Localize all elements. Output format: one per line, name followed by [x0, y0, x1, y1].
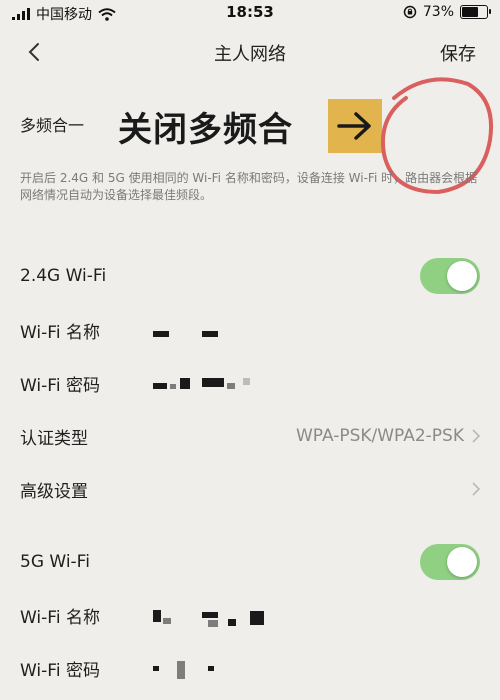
- toggle-knob: [447, 261, 477, 291]
- wifi-24-auth-row[interactable]: 认证类型 WPA-PSK/WPA2-PSK: [20, 416, 480, 456]
- redacted-ssid: [153, 331, 169, 337]
- redacted-password: [202, 378, 224, 387]
- wifi-24-name-row[interactable]: Wi-Fi 名称: [20, 310, 480, 350]
- chevron-right-icon: [472, 429, 480, 443]
- wifi-5-password-label: Wi-Fi 密码: [20, 660, 100, 681]
- battery-percent: 73%: [422, 4, 454, 20]
- wifi-24-password-row[interactable]: Wi-Fi 密码: [20, 363, 480, 403]
- battery-fill: [462, 7, 479, 17]
- redacted-password: [227, 383, 235, 389]
- multi-band-label: 多频合一: [20, 116, 85, 135]
- redacted-ssid: [202, 612, 218, 618]
- rotation-lock-icon: [403, 5, 417, 19]
- wifi-5-row: 5G Wi-Fi: [20, 542, 480, 582]
- page-title: 主人网络: [214, 44, 286, 65]
- wifi-24-toggle[interactable]: [420, 258, 480, 294]
- status-right: 73%: [403, 4, 491, 20]
- wifi-5-password-row[interactable]: Wi-Fi 密码: [20, 648, 480, 688]
- toggle-knob: [447, 547, 477, 577]
- redacted-password: [153, 383, 167, 389]
- wifi-24-row: 2.4G Wi-Fi: [20, 256, 480, 296]
- wifi-5-name-label: Wi-Fi 名称: [20, 607, 100, 628]
- redacted-ssid: [208, 620, 218, 627]
- redacted-ssid: [202, 331, 218, 337]
- wifi-5-label: 5G Wi-Fi: [20, 552, 90, 572]
- annotation-text: 关闭多频合: [118, 110, 293, 150]
- wifi-24-advanced-row[interactable]: 高级设置: [20, 469, 480, 509]
- wifi-24-label: 2.4G Wi-Fi: [20, 266, 107, 286]
- redacted-password: [177, 661, 185, 679]
- redacted-password: [170, 384, 176, 389]
- save-button[interactable]: 保存: [440, 40, 476, 66]
- wifi-24-auth-value: WPA-PSK/WPA2-PSK: [295, 426, 464, 446]
- wifi-24-advanced-label: 高级设置: [20, 481, 88, 502]
- wifi-24-name-label: Wi-Fi 名称: [20, 322, 100, 343]
- multi-band-description: 开启后 2.4G 和 5G 使用相同的 Wi-Fi 名称和密码，设备连接 Wi-…: [20, 171, 478, 202]
- status-bar: 中国移动 18:53 73%: [0, 0, 500, 24]
- wifi-24-auth-label: 认证类型: [20, 428, 88, 449]
- redacted-ssid: [153, 610, 161, 622]
- wifi-24-password-label: Wi-Fi 密码: [20, 375, 100, 396]
- redacted-password: [153, 666, 159, 671]
- redacted-password: [180, 378, 190, 389]
- wifi-5-toggle[interactable]: [420, 544, 480, 580]
- redacted-ssid: [163, 618, 171, 624]
- chevron-right-icon: [472, 482, 480, 496]
- arrow-right-icon: [337, 112, 371, 140]
- battery-icon: [460, 5, 491, 19]
- redacted-ssid: [250, 611, 264, 625]
- redacted-ssid: [228, 619, 236, 626]
- redacted-password: [243, 378, 250, 385]
- redacted-password: [208, 666, 214, 671]
